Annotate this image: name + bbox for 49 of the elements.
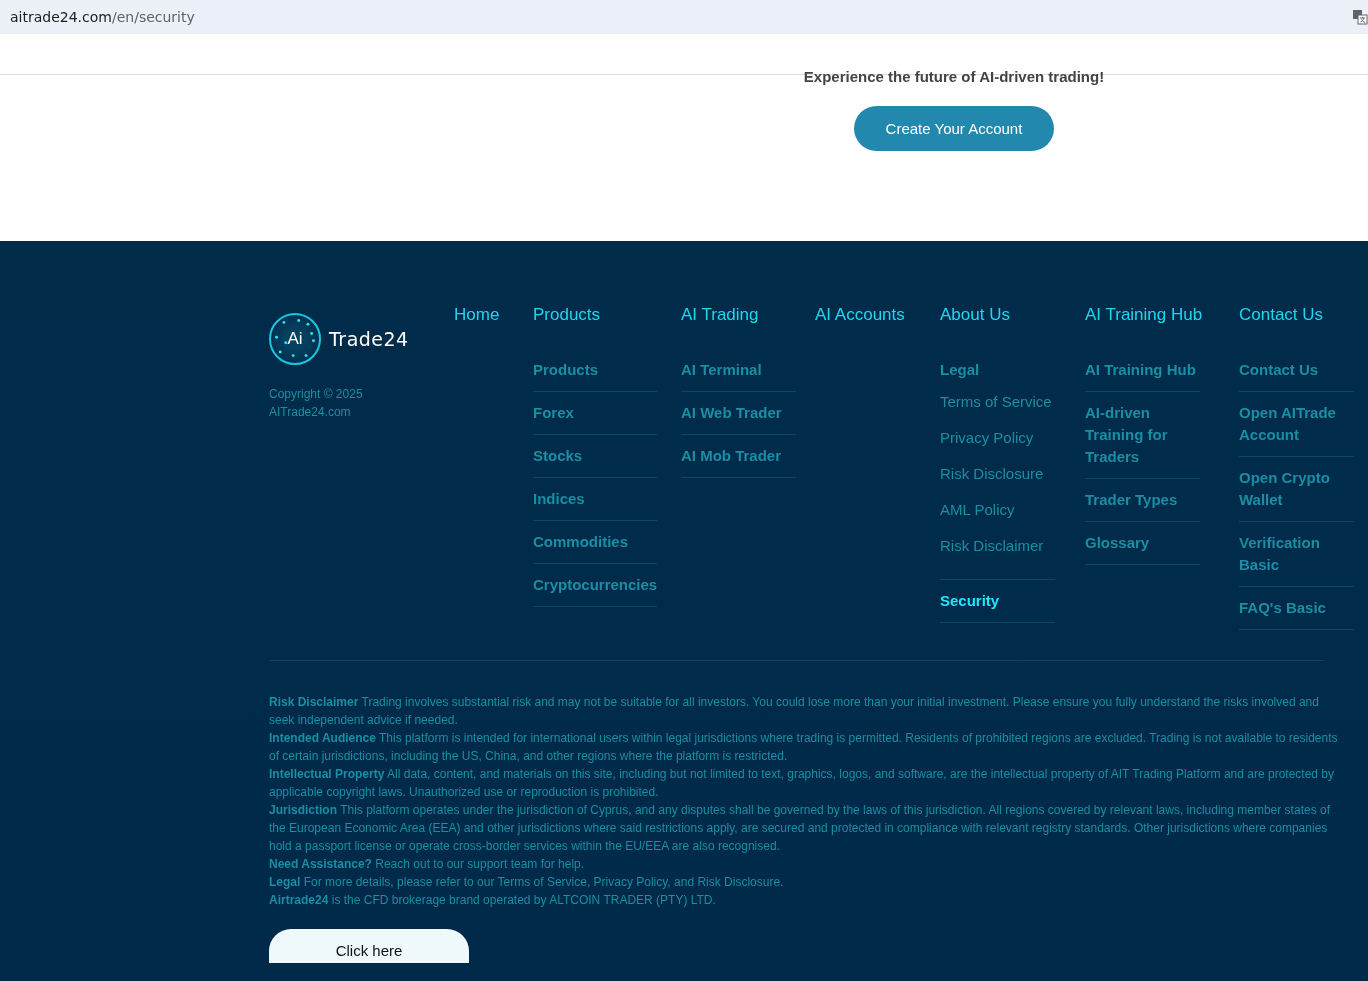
footer-nav-link[interactable]: AI Trading — [681, 305, 759, 325]
footer-link[interactable]: FAQ's Basic — [1239, 597, 1354, 619]
notice-paragraph: Risk Disclaimer Trading involves substantial risk and may not be suitable for all investors. You could lose more than your initial investment. Please ensure you fully understand the risks involved and seek independent advice if needed. — [269, 694, 1320, 729]
copyright-text: Copyright © 2025 — [269, 386, 364, 403]
footer-link[interactable]: Cryptocurrencies — [533, 574, 658, 596]
footer-link[interactable]: Verification Basic — [1239, 532, 1354, 576]
footer-link[interactable]: Trader Types — [1085, 489, 1200, 511]
footer-nav-link[interactable]: About Us — [940, 305, 1010, 325]
copyright-text: AITrade24.com — [269, 404, 352, 421]
footer-link[interactable]: AI-driven Training for Traders — [1085, 402, 1200, 468]
notice-paragraph: Need Assistance? Reach out to our support team for help. — [269, 856, 586, 873]
footer-nav-link[interactable]: AI Accounts — [815, 305, 905, 325]
footer-link[interactable]: Open AITrade Account — [1239, 402, 1354, 446]
footer-link[interactable]: AI Mob Trader — [681, 445, 796, 467]
footer-link[interactable]: Security — [940, 590, 1055, 612]
address-bar[interactable]: aitrade24.com/en/security — [0, 0, 1368, 34]
footer-link[interactable]: Privacy Policy — [940, 427, 1055, 449]
click-here-button[interactable]: Click here — [269, 929, 469, 963]
footer-link[interactable]: Open Crypto Wallet — [1239, 467, 1354, 511]
create-account-button[interactable]: Create Your Account — [854, 106, 1054, 151]
footer-nav-link[interactable]: Products — [533, 305, 601, 325]
footer-link[interactable]: Forex — [533, 402, 658, 424]
footer-link[interactable]: Glossary — [1085, 532, 1200, 554]
footer-link[interactable]: Risk Disclaimer — [940, 535, 1055, 557]
footer-link[interactable]: AI Web Trader — [681, 402, 796, 424]
footer-link[interactable]: AI Training Hub — [1085, 359, 1200, 381]
footer-link[interactable]: Legal — [940, 359, 1055, 381]
footer-link[interactable]: Commodities — [533, 531, 658, 553]
notice-paragraph: Airtrade24 is the CFD brokerage brand operated by ALTCOIN TRADER (PTY) LTD. — [269, 892, 717, 909]
footer-link[interactable]: Risk Disclosure — [940, 463, 1055, 485]
footer-nav-link[interactable]: AI Training Hub — [1085, 305, 1203, 325]
tagline: Experience the future of AI-driven trading! — [803, 68, 1105, 86]
footer-link[interactable]: Stocks — [533, 445, 658, 467]
translate-icon[interactable] — [1352, 9, 1368, 25]
footer-link[interactable]: Terms of Service — [940, 391, 1055, 413]
footer-link[interactable]: Indices — [533, 488, 658, 510]
notice-paragraph: Legal For more details, please refer to our Terms of Service, Privacy Policy, and Risk Disclosure. — [269, 874, 785, 891]
footer-link[interactable]: Products — [533, 359, 658, 381]
logo-mark: Ai — [287, 329, 303, 349]
footer-link[interactable]: AML Policy — [940, 499, 1055, 521]
footer-nav-link[interactable]: Home — [454, 305, 500, 325]
logo-name: Trade24 — [329, 328, 409, 350]
footer-nav-link[interactable]: Contact Us — [1239, 305, 1324, 325]
url-text: aitrade24.com/en/security — [10, 9, 195, 25]
notice-paragraph: Jurisdiction This platform operates under the jurisdiction of Cyprus, and any disputes shall be governed by the laws of this jurisdiction. All regions covered by relevant laws, including member states of the European Economic Area (EEA) and other jurisdictions where said restrictions apply, are secured and protected in compliance with relevant registry standards. Other jurisdictions where companies hold a passport license or operate cross-border services within the EU/EEA are also recognised. — [269, 802, 1331, 855]
footer-link[interactable]: AI Terminal — [681, 359, 796, 381]
footer-link[interactable]: Contact Us — [1239, 359, 1354, 381]
notice-paragraph: Intellectual Property All data, content, and materials on this site, including but not limited to text, graphics, logos, and software, are the intellectual property of AIT Trading Platform and are protected by applicable copyright laws. Unauthorized use or reproduction is prohibited. — [269, 766, 1335, 801]
notice-paragraph: Intended Audience This platform is intended for international users within legal jurisdictions where trading is permitted. Residents of prohibited regions are excluded. Trading is not available to residents of certain jurisdictions, including the US, China, and other regions where the platform is restricted. — [269, 730, 1339, 765]
